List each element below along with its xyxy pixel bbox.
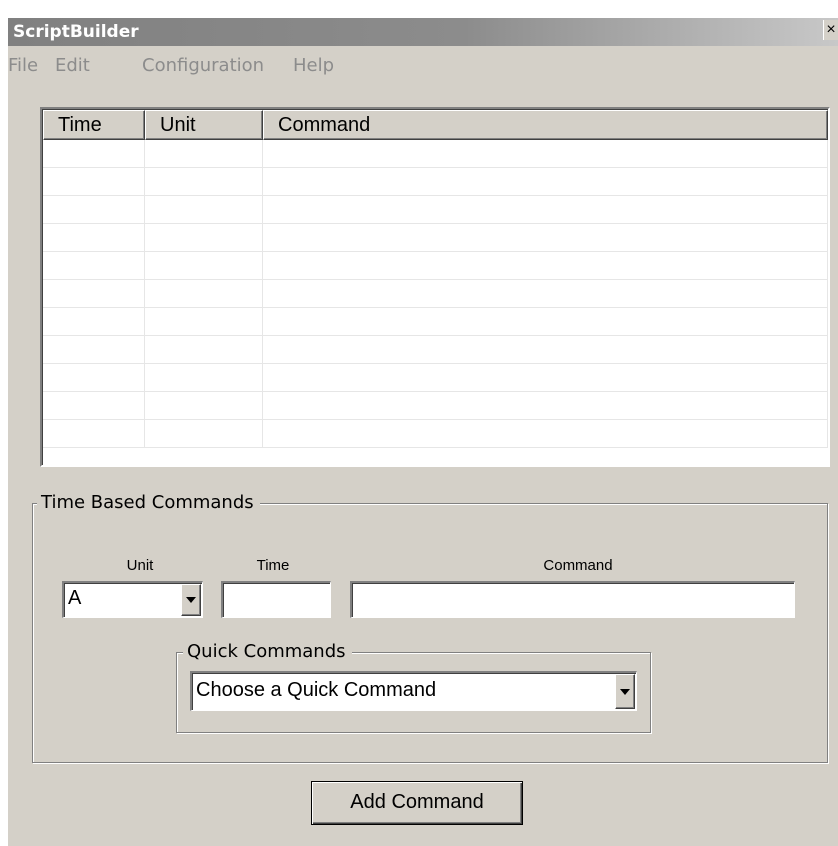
column-header-time[interactable]: Time (43, 110, 145, 140)
table-cell (145, 280, 263, 307)
table-row[interactable] (43, 196, 828, 224)
window-title: ScriptBuilder (13, 22, 139, 42)
table-row[interactable] (43, 140, 828, 168)
table-cell (43, 140, 145, 167)
table-cell (145, 196, 263, 223)
table-cell (145, 336, 263, 363)
table-row[interactable] (43, 308, 828, 336)
table-row[interactable] (43, 392, 828, 420)
table-cell (263, 280, 828, 307)
table-cell (263, 252, 828, 279)
table-cell (263, 364, 828, 391)
list-body[interactable] (43, 140, 828, 465)
table-cell (43, 364, 145, 391)
add-command-button[interactable]: Add Command (311, 781, 523, 825)
table-cell (145, 224, 263, 251)
table-cell (43, 308, 145, 335)
quick-commands-group: Quick Commands Choose a Quick Command (176, 641, 651, 733)
table-cell (263, 392, 828, 419)
table-cell (145, 308, 263, 335)
table-cell (43, 252, 145, 279)
table-cell (145, 392, 263, 419)
table-row[interactable] (43, 336, 828, 364)
table-cell (263, 168, 828, 195)
quick-command-select[interactable]: Choose a Quick Command (190, 671, 637, 711)
table-cell (43, 196, 145, 223)
table-cell (43, 168, 145, 195)
table-cell (145, 168, 263, 195)
column-header-unit[interactable]: Unit (145, 110, 263, 140)
unit-combobox[interactable]: A (62, 581, 203, 618)
unit-label: Unit (126, 557, 154, 574)
table-cell (145, 140, 263, 167)
time-label: Time (256, 557, 290, 574)
quick-command-select-value: Choose a Quick Command (196, 679, 437, 701)
time-input[interactable] (221, 581, 331, 618)
table-row[interactable] (43, 224, 828, 252)
table-row[interactable] (43, 420, 828, 448)
table-cell (145, 420, 263, 447)
chevron-down-icon[interactable] (181, 584, 201, 616)
table-cell (43, 224, 145, 251)
list-header: Time Unit Command (43, 110, 828, 140)
table-cell (43, 392, 145, 419)
menu-help[interactable]: Help (293, 55, 334, 77)
table-row[interactable] (43, 280, 828, 308)
table-cell (263, 196, 828, 223)
table-row[interactable] (43, 364, 828, 392)
column-header-command[interactable]: Command (263, 110, 828, 140)
table-cell (263, 308, 828, 335)
table-cell (263, 336, 828, 363)
close-icon[interactable]: × (823, 20, 838, 40)
table-row[interactable] (43, 168, 828, 196)
chevron-down-icon[interactable] (615, 674, 635, 709)
command-input[interactable] (350, 581, 795, 618)
title-bar[interactable]: ScriptBuilder × (8, 18, 838, 46)
table-cell (43, 280, 145, 307)
menu-edit[interactable]: Edit (55, 55, 90, 77)
table-cell (145, 364, 263, 391)
time-based-commands-group: Time Based Commands Unit Time Command A … (32, 492, 828, 763)
table-row[interactable] (43, 252, 828, 280)
table-cell (43, 420, 145, 447)
table-cell (263, 420, 828, 447)
menu-configuration[interactable]: Configuration (142, 55, 264, 77)
table-cell (263, 140, 828, 167)
quick-commands-label: Quick Commands (183, 641, 352, 663)
time-based-commands-label: Time Based Commands (37, 492, 260, 514)
command-label: Command (543, 557, 613, 574)
unit-combobox-value: A (68, 587, 82, 609)
table-cell (43, 336, 145, 363)
menu-bar: File Edit Configuration Help (8, 46, 838, 86)
table-cell (263, 224, 828, 251)
command-list[interactable]: Time Unit Command (40, 107, 830, 467)
script-builder-window: ScriptBuilder × File Edit Configuration … (8, 18, 838, 846)
table-cell (145, 252, 263, 279)
menu-file[interactable]: File (8, 55, 38, 77)
